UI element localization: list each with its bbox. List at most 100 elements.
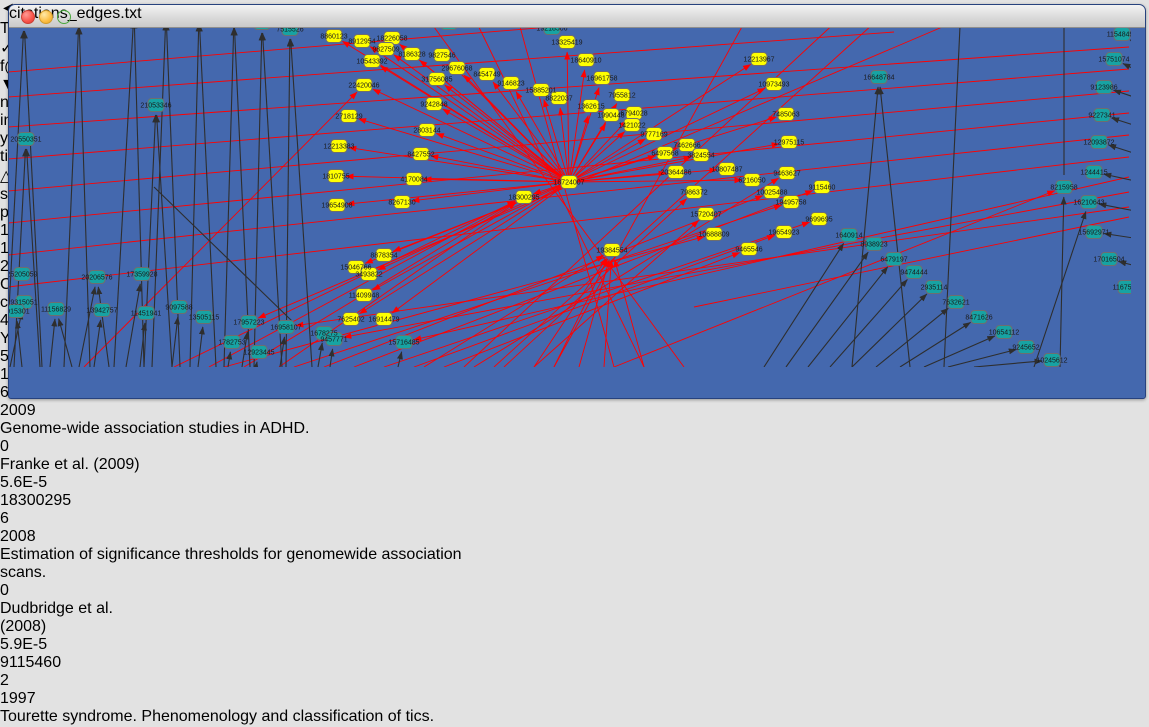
graph-node-label: 15751074 xyxy=(1098,57,1129,64)
graph-node-label: 17957223 xyxy=(233,320,264,327)
graph-edge xyxy=(9,113,1129,223)
graph-node-label: 3915301 xyxy=(9,309,30,316)
graph-node-label: 8427552 xyxy=(407,152,434,159)
graph-edge xyxy=(198,327,203,367)
graph-node-label: 9827546 xyxy=(428,53,455,60)
graph-node-label: 6497568 xyxy=(651,151,678,158)
graph-edge xyxy=(318,343,322,367)
graph-node-label: 1810755 xyxy=(322,174,349,181)
table-cell-pagerank: 5.6E-5 xyxy=(0,474,120,492)
graph-node-label: 16961758 xyxy=(586,76,617,83)
graph-node-label: 19654908 xyxy=(321,203,352,210)
graph-node-label: 8938923 xyxy=(860,242,887,249)
table-cell-name: 18300295 xyxy=(0,492,80,510)
graph-node-label: 15692971 xyxy=(1078,230,1109,237)
graph-edge xyxy=(172,317,178,367)
graph-edge xyxy=(354,191,813,367)
graph-node-label: 13942757 xyxy=(86,308,117,315)
table-cell-title: Tourette syndrome. Phenomenology and cla… xyxy=(0,708,505,726)
graph-node-label: 8822037 xyxy=(545,96,572,103)
graph-node-label: 8215958 xyxy=(1050,185,1077,192)
graph-edge xyxy=(1104,174,1131,182)
graph-edge xyxy=(79,27,90,367)
graph-node-label: 20550351 xyxy=(10,137,41,144)
graph-node-label: 7485063 xyxy=(772,112,799,119)
graph-node-label: 1640914 xyxy=(835,233,862,240)
graph-node-label: 9463627 xyxy=(773,171,800,178)
zoom-window-icon[interactable] xyxy=(57,10,71,24)
graph-node-label: 16914479 xyxy=(368,317,399,324)
table-row[interactable]: 911546021997Tourette syndrome. Phenomeno… xyxy=(0,654,1149,727)
graph-node-label: 20206576 xyxy=(81,275,112,282)
graph-node-label: 1244415 xyxy=(1080,170,1107,177)
graph-edge xyxy=(50,319,55,367)
graph-edge xyxy=(9,69,1129,159)
graph-node-label: 12213967 xyxy=(743,57,774,64)
window-titlebar[interactable]: citations_edges.txt xyxy=(9,5,1145,28)
table-cell-year: 2008 xyxy=(0,528,68,546)
graph-edge xyxy=(830,279,907,367)
graph-edge xyxy=(808,267,888,367)
table-cell-pagerank: 5.9E-5 xyxy=(0,636,120,654)
graph-edge xyxy=(398,352,402,367)
graph-edge xyxy=(94,320,101,367)
graph-node-label: 19495758 xyxy=(775,200,806,207)
graph-node-label: 9146823 xyxy=(497,81,524,88)
graph-node-label: 10025488 xyxy=(756,190,787,197)
graph-edge xyxy=(900,322,971,367)
graph-node-label: 11451941 xyxy=(131,311,162,318)
graph-node-label: 10654112 xyxy=(989,330,1020,337)
graph-node-label: 13325419 xyxy=(551,40,582,47)
graph-edge xyxy=(764,243,844,367)
table-cell-year: 1997 xyxy=(0,690,68,708)
graph-edge xyxy=(615,260,644,367)
graph-node-label: 9457771 xyxy=(320,337,347,344)
graph-node-label: 1167533 xyxy=(1113,285,1131,292)
graph-node-label: 1782753 xyxy=(218,340,245,347)
minimize-window-icon[interactable] xyxy=(39,10,53,24)
citation-network-graph[interactable]: 9405574276914061065328715276026466160107… xyxy=(9,5,1131,367)
graph-node-label: 18226058 xyxy=(376,36,407,43)
graph-node-label: 16648784 xyxy=(863,75,894,82)
graph-edge xyxy=(852,87,878,367)
graph-node-label: 11409948 xyxy=(349,293,380,300)
graph-edge xyxy=(224,28,234,367)
graph-node-label: 6479197 xyxy=(880,257,907,264)
graph-edge xyxy=(27,149,40,367)
graph-edge xyxy=(291,39,312,367)
graph-node-label: 7462666 xyxy=(673,143,700,150)
graph-node-label: 11548498 xyxy=(1107,32,1131,39)
graph-node-label: 15716485 xyxy=(388,340,419,347)
graph-node-label: 8878354 xyxy=(370,253,397,260)
graph-node-label: 29676068 xyxy=(441,66,472,73)
graph-node-label: 6216050 xyxy=(738,178,765,185)
graph-node-label: 12093872 xyxy=(1083,140,1114,147)
graph-node-label: 9777169 xyxy=(640,132,667,139)
graph-node-label: 8860123 xyxy=(320,34,347,41)
graph-node-label: 17359928 xyxy=(126,272,157,279)
table-cell-short: Dudbridge et al. (2008) xyxy=(0,600,155,636)
table-row[interactable]: 1830029562008Estimation of significance … xyxy=(0,492,1149,654)
graph-edge xyxy=(25,31,42,367)
graph-edge xyxy=(84,92,357,367)
graph-node-label: 8186328 xyxy=(398,52,425,59)
graph-node-label: 3493822 xyxy=(355,272,382,279)
network-view-canvas[interactable]: 9405574276914061065328715276026466160107… xyxy=(9,5,1145,372)
table-cell-out_de: 0 xyxy=(0,582,68,600)
graph-node-label: 9474444 xyxy=(900,270,927,277)
graph-node-label: 8267130 xyxy=(388,200,415,207)
graph-edge xyxy=(424,255,604,367)
graph-node-label: 4170084 xyxy=(400,177,427,184)
graph-node-label: 9115460 xyxy=(809,185,836,192)
graph-edge xyxy=(157,115,172,367)
graph-node-label: 8912954 xyxy=(348,39,375,46)
graph-edge xyxy=(924,336,995,367)
graph-edge xyxy=(296,207,1129,326)
close-window-icon[interactable] xyxy=(21,10,35,24)
graph-edge xyxy=(1109,145,1131,155)
table-cell-title: Genome-wide association studies in ADHD. xyxy=(0,420,505,438)
graph-node-label: 11156829 xyxy=(41,307,71,314)
table-cell-title: Estimation of significance thresholds fo… xyxy=(0,546,505,582)
graph-edge xyxy=(256,362,257,367)
graph-node-label: 12975115 xyxy=(774,140,805,147)
